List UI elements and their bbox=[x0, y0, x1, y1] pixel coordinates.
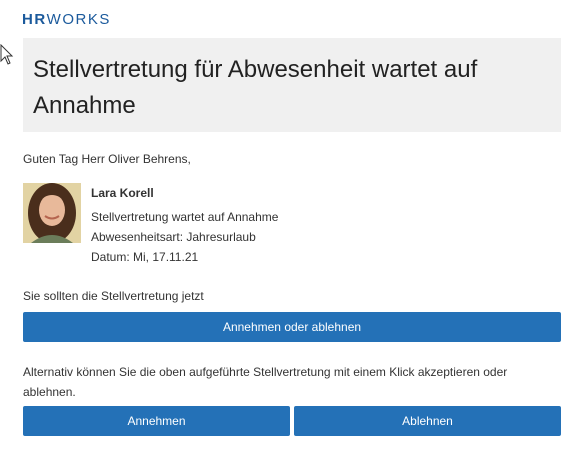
requester-name: Lara Korell bbox=[91, 186, 154, 200]
logo-hr: HR bbox=[22, 11, 47, 28]
page-title: Stellvertretung für Abwesenheit wartet a… bbox=[33, 56, 478, 119]
absence-date: Datum: Mi, 17.11.21 bbox=[91, 250, 199, 264]
avatar bbox=[23, 183, 81, 243]
greeting-text: Guten Tag Herr Oliver Behrens, bbox=[23, 152, 191, 166]
intro-text: Sie sollten die Stellvertretung jetzt bbox=[23, 289, 204, 303]
request-status: Stellvertretung wartet auf Annahme bbox=[91, 210, 279, 224]
accept-or-decline-button[interactable]: Annehmen oder ablehnen bbox=[23, 312, 561, 342]
hrworks-logo: HRWORKS bbox=[22, 12, 111, 28]
mouse-pointer-icon bbox=[0, 44, 14, 65]
alternative-text: Alternativ können Sie die oben aufgeführ… bbox=[23, 365, 508, 399]
accept-button[interactable]: Annehmen bbox=[23, 406, 290, 436]
absence-type: Abwesenheitsart: Jahresurlaub bbox=[91, 230, 256, 244]
logo-works: WORKS bbox=[46, 11, 111, 28]
decline-button[interactable]: Ablehnen bbox=[294, 406, 561, 436]
header-banner: Stellvertretung für Abwesenheit wartet a… bbox=[23, 38, 561, 132]
avatar-photo bbox=[23, 183, 81, 243]
